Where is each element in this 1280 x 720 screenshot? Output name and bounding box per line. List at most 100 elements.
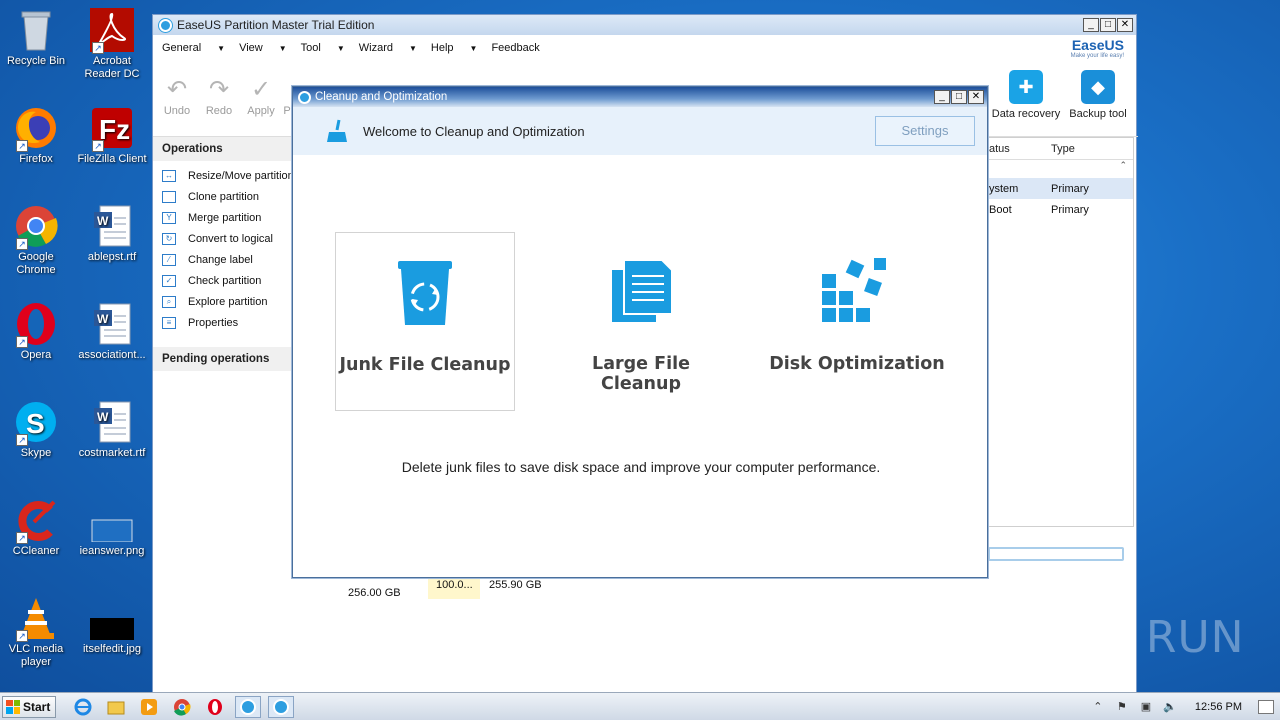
backup-tool-icon: ◆	[1081, 70, 1115, 104]
desktop-icon-label: FileZilla Client	[77, 153, 147, 165]
filezilla-icon: Fz ↗	[90, 106, 134, 152]
op-label: Convert to logical	[188, 232, 273, 245]
desktop-icon-label: Recycle Bin	[6, 55, 66, 67]
disk-row[interactable]: 256.00 GB 100.0... 255.90 GB	[335, 575, 1135, 605]
chevron-down-icon: ▼	[408, 43, 417, 53]
opera-icon: ↗	[14, 302, 58, 348]
maximize-button[interactable]: □	[1100, 18, 1116, 32]
ccleaner-icon: ↗	[14, 498, 58, 544]
network-icon[interactable]: ▣	[1139, 701, 1153, 713]
check-icon: ✓	[162, 274, 176, 287]
table-row[interactable]: Boot Primary	[989, 199, 1133, 220]
menu-wizard[interactable]: Wizard ▼	[359, 42, 417, 54]
backup-tool-button[interactable]: ◆ Backup tool	[1065, 70, 1131, 120]
desktop-icon-costmarket[interactable]: W costmarket.rtf	[76, 400, 148, 460]
desktop-icon-ieanswer[interactable]: ieanswer.png	[76, 498, 148, 558]
main-window-titlebar[interactable]: EaseUS Partition Master Trial Edition _ …	[153, 15, 1136, 35]
desktop-icon-chrome[interactable]: ↗ Google Chrome	[0, 204, 72, 277]
desktop-icon-associationt[interactable]: W associationt...	[76, 302, 148, 362]
svg-text:W: W	[97, 214, 109, 228]
taskbar-ie-icon[interactable]	[70, 696, 96, 718]
grid-header: atus Type	[989, 138, 1133, 160]
menu-feedback[interactable]: Feedback	[491, 42, 539, 54]
taskbar-chrome-icon[interactable]	[169, 696, 195, 718]
desktop-icon-label: associationt...	[78, 349, 146, 361]
junk-file-cleanup-card[interactable]: Junk File Cleanup	[335, 232, 515, 411]
desktop-icon-recycle-bin[interactable]: Recycle Bin	[0, 8, 72, 68]
op-label: Explore partition	[188, 295, 268, 308]
desktop-icon-label: itselfedit.jpg	[82, 643, 142, 655]
recycle-bin-icon	[14, 8, 58, 52]
desktop-icon-itselfedit[interactable]: itselfedit.jpg	[76, 596, 148, 656]
disk-map-bar[interactable]	[988, 547, 1124, 561]
op-label: Properties	[188, 316, 239, 329]
dialog-close-button[interactable]: ✕	[968, 90, 984, 104]
disk-size: 256.00 GB	[348, 587, 401, 599]
desktop-icon-acrobat[interactable]: ↗ Acrobat Reader DC	[76, 8, 148, 81]
desktop-icon-label: Acrobat Reader DC	[84, 55, 140, 80]
start-button[interactable]: Start	[2, 695, 56, 718]
svg-text:W: W	[97, 312, 109, 326]
minimize-button[interactable]: _	[1083, 18, 1099, 32]
table-row[interactable]: ystem Primary	[989, 178, 1133, 199]
desktop-icon-label: CCleaner	[12, 545, 60, 557]
shortcut-arrow-icon: ↗	[92, 42, 104, 54]
tray-expand-icon[interactable]: ⌃	[1091, 701, 1105, 713]
svg-text:S: S	[26, 408, 45, 439]
col-status[interactable]: atus	[989, 138, 1051, 159]
volume-icon[interactable]: 🔈	[1163, 701, 1177, 713]
desktop-icon-label: Opera	[20, 349, 52, 361]
dialog-titlebar[interactable]: Cleanup and Optimization _ □ ✕	[293, 87, 987, 107]
data-recovery-icon: ✚	[1009, 70, 1043, 104]
disk-optimization-card[interactable]: Disk Optimization	[767, 232, 947, 411]
desktop-icon-filezilla[interactable]: Fz ↗ FileZilla Client	[76, 106, 148, 166]
menu-view[interactable]: View ▼	[239, 42, 287, 54]
menu-tool[interactable]: Tool ▼	[301, 42, 345, 54]
show-desktop-icon[interactable]	[1258, 699, 1274, 714]
redo-button[interactable]: ↷ Redo	[199, 75, 239, 117]
redo-label: Redo	[205, 105, 233, 117]
settings-button[interactable]: Settings	[875, 116, 975, 146]
logo-tagline: Make your life easy!	[1070, 53, 1124, 59]
word-doc-icon: W	[90, 302, 134, 346]
apply-button[interactable]: ✓ Apply	[241, 75, 281, 117]
shortcut-arrow-icon: ↗	[16, 140, 28, 152]
data-recovery-button[interactable]: ✚ Data recovery	[986, 70, 1066, 120]
desktop-icon-label: ieanswer.png	[79, 545, 145, 557]
collapse-icon[interactable]: ⌃	[989, 160, 1133, 178]
menu-bar: General ▼ View ▼ Tool ▼ Wizard ▼ Help ▼ Feedb…	[153, 35, 1136, 61]
large-file-cleanup-card[interactable]: Large File Cleanup	[551, 232, 731, 411]
undo-button[interactable]: ↶ Undo	[157, 75, 197, 117]
desktop-icon-skype[interactable]: S ↗ Skype	[0, 400, 72, 460]
dialog-minimize-button[interactable]: _	[934, 90, 950, 104]
desktop-icon-label: Skype	[20, 447, 52, 459]
desktop-icon-vlc[interactable]: ↗ VLC media player	[0, 596, 72, 669]
dialog-welcome-text: Welcome to Cleanup and Optimization	[363, 123, 585, 139]
dialog-maximize-button[interactable]: □	[951, 90, 967, 104]
taskbar-media-player-icon[interactable]	[136, 696, 162, 718]
op-label: Check partition	[188, 274, 262, 287]
taskbar-opera-icon[interactable]	[202, 696, 228, 718]
taskbar-explorer-icon[interactable]	[103, 696, 129, 718]
taskbar-easeus-icon[interactable]	[235, 695, 261, 718]
desktop-icon-firefox[interactable]: ↗ Firefox	[0, 106, 72, 166]
search-icon: ⌕	[162, 295, 176, 308]
cell-type: Primary	[1051, 182, 1089, 195]
desktop-icon-ccleaner[interactable]: ↗ CCleaner	[0, 498, 72, 558]
flag-icon[interactable]: ⚑	[1115, 701, 1129, 713]
menu-general[interactable]: General ▼	[162, 42, 225, 54]
disk-partition-pct: 100.0...	[428, 577, 480, 599]
desktop-icon-opera[interactable]: ↗ Opera	[0, 302, 72, 362]
op-label: Resize/Move partition	[188, 169, 294, 182]
close-button[interactable]: ✕	[1117, 18, 1133, 32]
taskbar-easeus-dialog-icon[interactable]	[268, 695, 294, 718]
documents-icon	[606, 258, 676, 328]
menu-help[interactable]: Help ▼	[431, 42, 478, 54]
col-type[interactable]: Type	[1051, 138, 1121, 159]
desktop-icon-ablepst[interactable]: W ablepst.rtf	[76, 204, 148, 264]
merge-icon: Y	[162, 211, 176, 224]
windows-logo-icon	[6, 699, 20, 714]
clock[interactable]: 12:56 PM	[1195, 701, 1242, 713]
broom-icon	[325, 118, 351, 144]
desktop-icon-label: ablepst.rtf	[87, 251, 137, 263]
